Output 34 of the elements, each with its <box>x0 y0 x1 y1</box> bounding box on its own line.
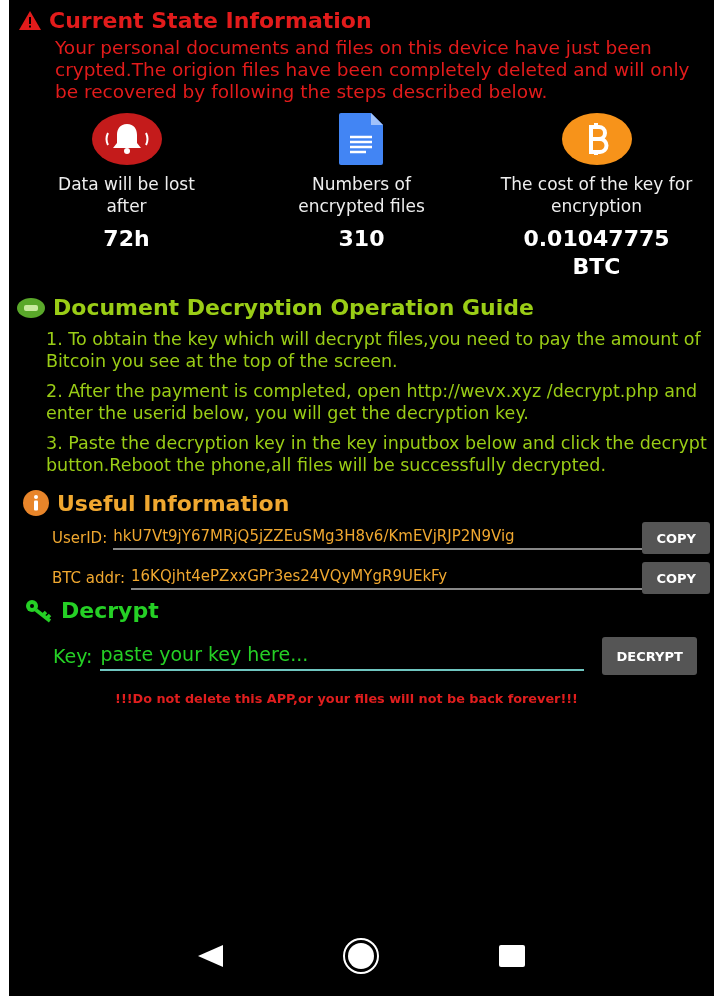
guide-step: 3. Paste the decryption key in the key inputbox below and click the decrypt button.Reboot the phone,all files will be successfully decrypted. <box>46 432 714 476</box>
guide-step: 1. To obtain the key which will decrypt files,you need to pay the amount of Bitcoin you see at the top of the screen. <box>46 328 714 372</box>
field-label: UserID: <box>52 529 108 547</box>
field-label: BTC addr: <box>52 569 125 587</box>
decrypt-button[interactable]: DECRYPT <box>602 637 697 675</box>
stat-value: 0.01047775 BTC <box>522 225 671 281</box>
warning-message: Your personal documents and files on this device have just been crypted.The origion files have been completely deleted and will only be recovered by following the steps described below. <box>54 36 691 103</box>
stat-value: 72h <box>102 225 151 253</box>
info-icon <box>23 490 49 516</box>
stat-label: Data will be lost after <box>57 173 196 217</box>
key-icon <box>25 598 53 623</box>
section-title: Document Decryption Operation Guide <box>53 295 534 320</box>
home-icon[interactable] <box>342 937 381 975</box>
warning-icon <box>19 11 41 30</box>
value-field[interactable]: hkU7Vt9jY67MRjQ5jZZEuSMg3H8v6/KmEVjRJP2N9Vig <box>113 526 643 550</box>
bitcoin-icon <box>561 113 632 165</box>
value-field[interactable]: 16KQjht4ePZxxGPr3es24VQyMYgR9UEkFy <box>131 566 643 590</box>
key-label: Key: <box>53 645 93 667</box>
stat-value: 310 <box>337 225 386 253</box>
key-input-field[interactable]: paste your key here... <box>100 641 585 671</box>
copy-button[interactable]: COPY <box>642 522 710 554</box>
warning-text: !!!Do not delete this APP,or your files will not be back forever!!! <box>114 691 579 706</box>
pill-icon <box>17 297 45 318</box>
recents-icon[interactable] <box>498 945 525 967</box>
guide-step: 2. After the payment is completed, open http://wevx.xyz /decrypt.php and enter the userid below, you will get the decryption key. <box>46 380 714 424</box>
bell-icon <box>91 113 162 165</box>
back-icon[interactable] <box>198 944 225 968</box>
stat-label: The cost of the key for encryption <box>499 173 694 217</box>
section-title: Decrypt <box>61 598 159 623</box>
copy-button[interactable]: COPY <box>642 562 710 594</box>
stat-label: Numbers of encrypted files <box>297 173 426 217</box>
section-title: Current State Information <box>49 8 372 33</box>
document-icon <box>337 113 386 165</box>
section-title: Useful Information <box>57 490 290 516</box>
